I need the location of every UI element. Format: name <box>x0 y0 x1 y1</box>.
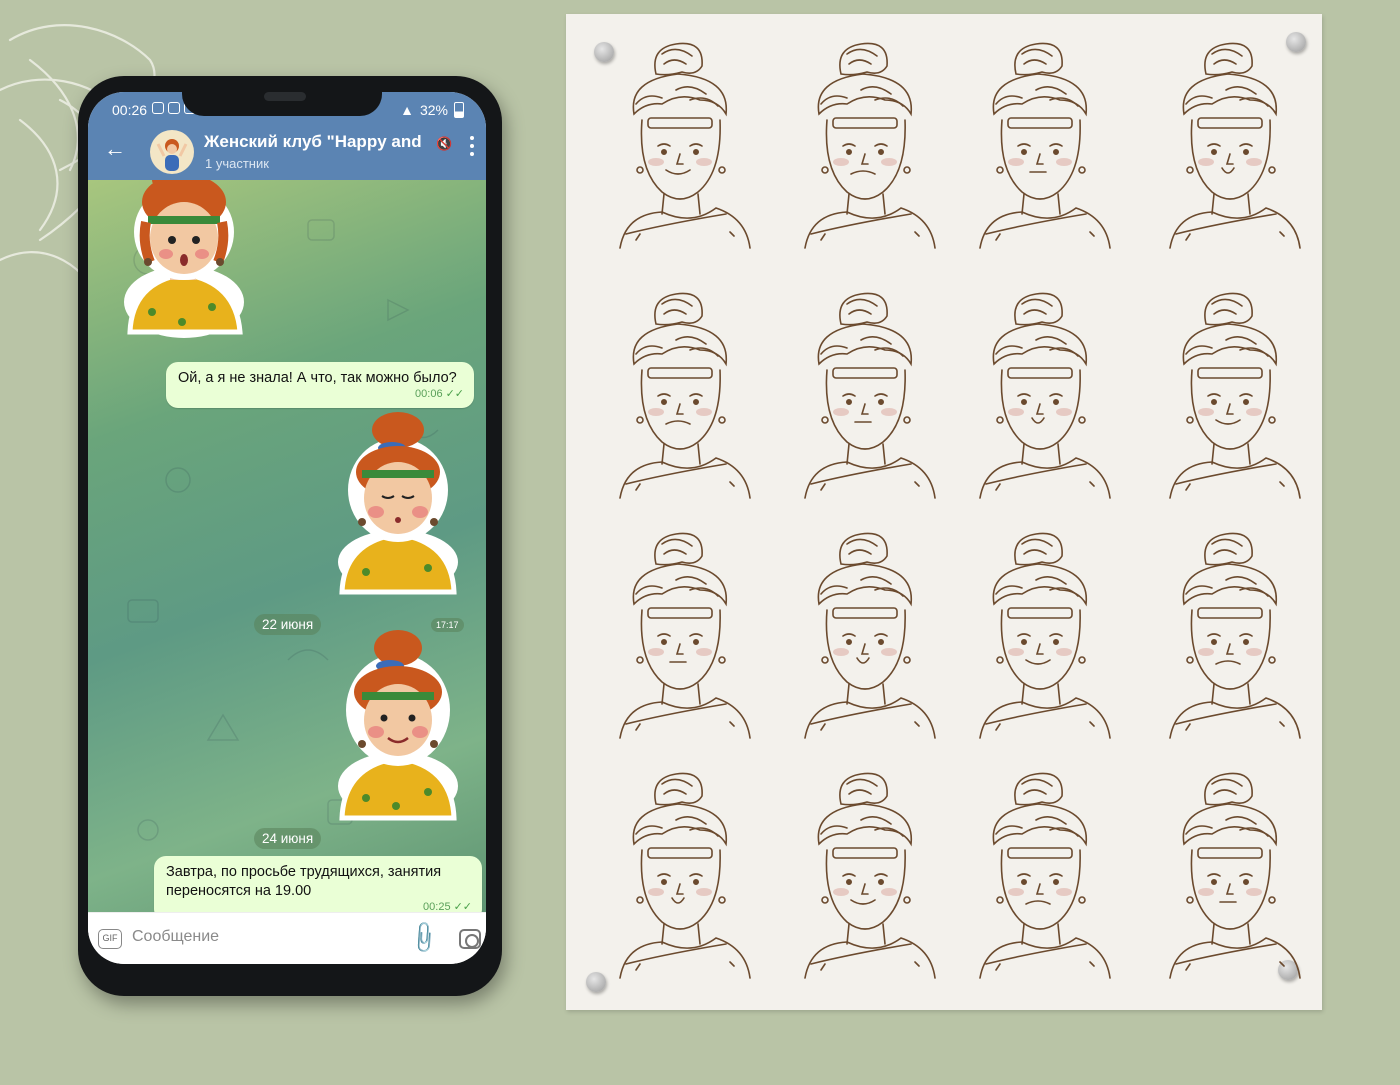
arrow-left-icon[interactable]: ← <box>104 138 126 160</box>
message-time: 00:06 ✓✓ <box>415 388 464 400</box>
group-members-count: 1 участник <box>205 156 269 171</box>
group-title[interactable]: Женский клуб "Happy and <box>204 132 428 152</box>
expression-sketch-2 <box>804 42 936 249</box>
camera-icon[interactable] <box>459 929 481 949</box>
battery-icon <box>454 102 464 118</box>
battery-percent: 32% <box>419 102 448 118</box>
expression-sketch-3 <box>979 42 1111 249</box>
expression-sketch-8 <box>1169 292 1301 499</box>
expression-sketch-14 <box>804 772 936 979</box>
sticker-smiling[interactable] <box>332 626 464 822</box>
expression-sketch-16 <box>1169 772 1301 979</box>
expression-sketch-5 <box>619 292 751 499</box>
message-time: 00:25 ✓✓ <box>423 901 472 912</box>
message-bubble[interactable]: Завтра, по просьбе трудящихся, занятия п… <box>154 856 482 912</box>
expression-sketch-11 <box>979 532 1111 739</box>
pushpin-icon <box>586 972 606 992</box>
date-separator: 22 июня <box>254 614 322 635</box>
expression-sketch-7 <box>979 292 1111 499</box>
sticker-eyes-closed[interactable] <box>332 412 464 596</box>
phone-speaker <box>264 92 306 101</box>
date-separator: 24 июня <box>254 828 322 849</box>
signal-icon: ▲ <box>400 102 414 118</box>
expression-sketch-9 <box>619 532 751 739</box>
status-time: 00:26 <box>112 102 148 118</box>
phone-screen: 00:26 ▲ 32% ← Женский клуб "Happy and 1 … <box>88 92 486 964</box>
message-input-bar: GIF Сообщение 📎 <box>88 912 486 964</box>
expression-sketch-1 <box>619 42 751 249</box>
speaker-mute-icon: 🔇 <box>436 136 453 151</box>
chat-area[interactable]: Ой, а я не знала! А что, так можно было?… <box>88 180 486 912</box>
message-input[interactable]: Сообщение <box>132 928 219 946</box>
double-check-icon: ✓✓ <box>453 901 472 912</box>
chat-header: ← Женский клуб "Happy and 1 участник 🔇 <box>88 124 486 180</box>
expression-sketch-15 <box>979 772 1111 979</box>
expression-sketch-4 <box>1169 42 1301 249</box>
message-text: Ой, а я не знала! А что, так можно было? <box>178 370 457 386</box>
expression-sketch-10 <box>804 532 936 739</box>
sticker-surprised[interactable] <box>122 180 252 340</box>
gif-button[interactable]: GIF <box>98 929 122 949</box>
expression-sketch-6 <box>804 292 936 499</box>
status-right: ▲ 32% <box>400 102 464 118</box>
message-text: Завтра, по просьбе трудящихся, занятия п… <box>166 864 442 899</box>
more-vertical-icon[interactable] <box>470 136 476 160</box>
expression-sketch-13 <box>619 772 751 979</box>
expression-sketch-12 <box>1169 532 1301 739</box>
message-bubble[interactable]: Ой, а я не знала! А что, так можно было?… <box>166 362 474 408</box>
double-check-icon: ✓✓ <box>445 388 464 400</box>
group-avatar[interactable] <box>150 130 194 174</box>
paperclip-icon[interactable]: 📎 <box>405 919 443 957</box>
sketch-sheet <box>566 14 1322 1010</box>
